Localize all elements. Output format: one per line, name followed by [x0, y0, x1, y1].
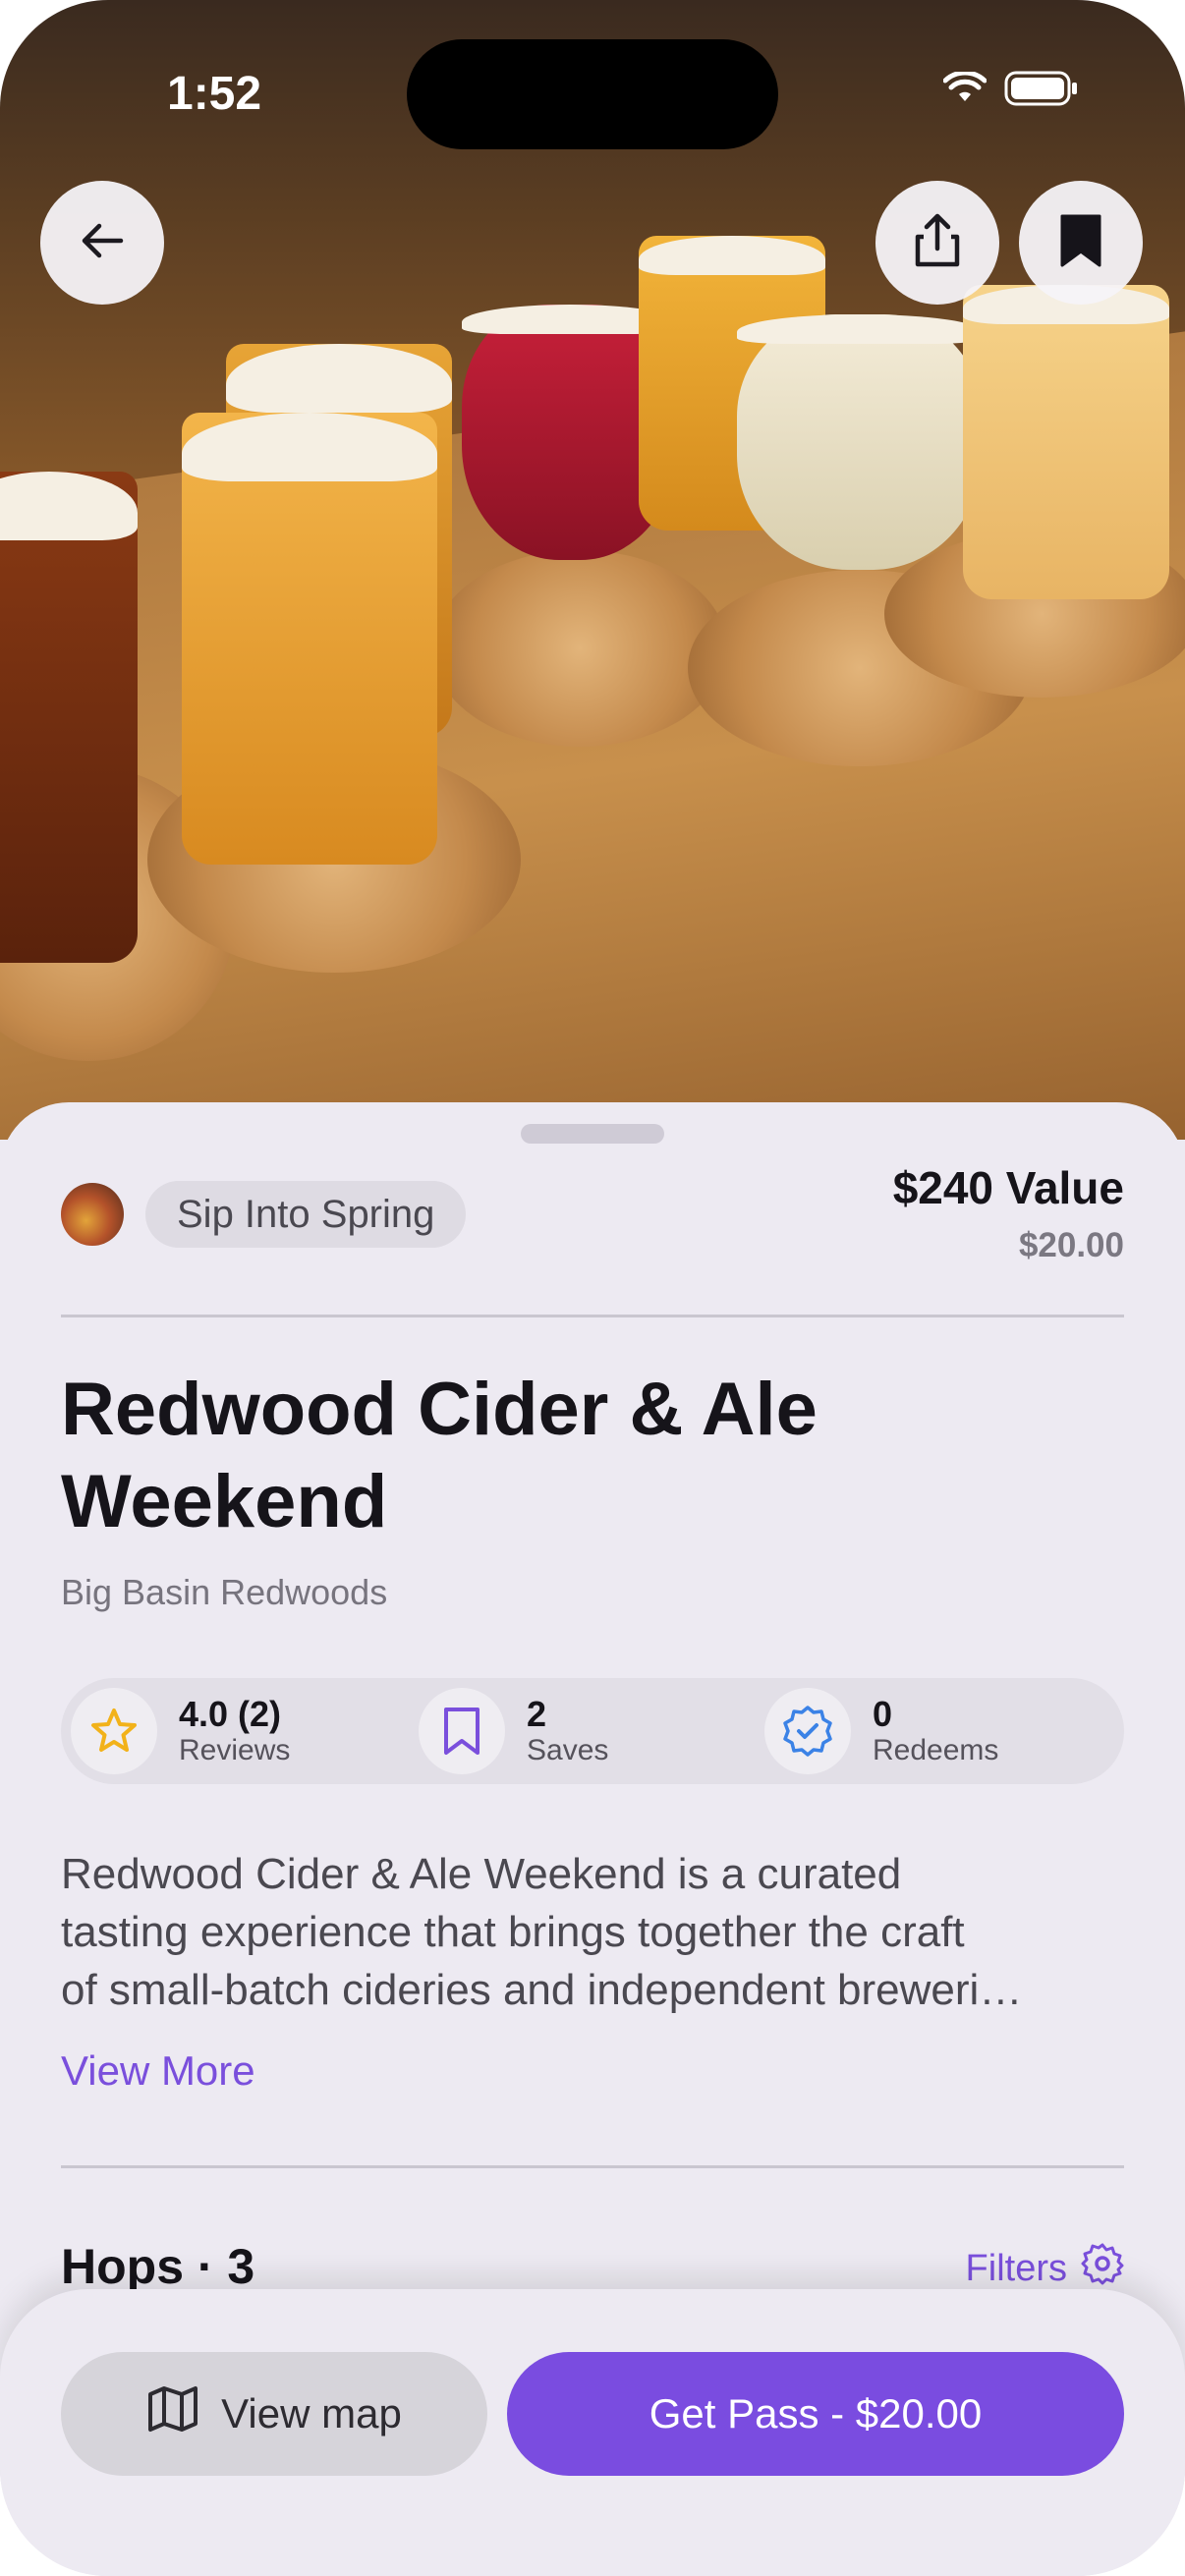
hops-heading: Hops · 3: [61, 2239, 255, 2294]
stat-saves[interactable]: 2 Saves: [419, 1688, 608, 1774]
description-line: tasting experience that brings together …: [61, 1908, 965, 1956]
view-more-link[interactable]: View More: [61, 2047, 255, 2095]
redeems-value: 0: [873, 1694, 893, 1734]
view-map-button[interactable]: View map: [61, 2352, 487, 2476]
wifi-icon: [942, 70, 988, 110]
share-button[interactable]: [875, 181, 999, 305]
bookmark-outline-icon: [419, 1688, 505, 1774]
stat-redeems[interactable]: 0 Redeems: [764, 1688, 998, 1774]
map-icon: [146, 2384, 199, 2443]
get-pass-button[interactable]: Get Pass - $20.00: [507, 2352, 1124, 2476]
sheet-handle[interactable]: [521, 1124, 664, 1144]
deal-location: Big Basin Redwoods: [61, 1572, 388, 1612]
dynamic-island: [407, 39, 778, 149]
bookmark-button[interactable]: [1019, 181, 1143, 305]
arrow-left-icon: [76, 214, 129, 272]
back-button[interactable]: [40, 181, 164, 305]
phone-screen: 1:52 Sip Into Spring $240 Value $20.00 R…: [0, 0, 1185, 2576]
reviews-label: Reviews: [179, 1734, 291, 1766]
price-label: $20.00: [1018, 1226, 1124, 1264]
filters-label: Filters: [965, 2247, 1067, 2289]
collection-avatar: [61, 1183, 124, 1246]
description-line: Redwood Cider & Ale Weekend is a curated: [61, 1850, 902, 1898]
view-map-label: View map: [221, 2390, 402, 2436]
hero-image: [0, 0, 1185, 1140]
redeems-label: Redeems: [873, 1734, 999, 1766]
status-time: 1:52: [167, 68, 262, 120]
collection-tag[interactable]: Sip Into Spring: [145, 1181, 467, 1248]
star-icon: [71, 1688, 157, 1774]
divider: [61, 1315, 1124, 1317]
battery-icon: [1004, 71, 1079, 111]
status-icons: [942, 70, 1079, 111]
saves-value: 2: [527, 1694, 547, 1734]
description-line: of small-batch cideries and independent …: [61, 1966, 1023, 2014]
reviews-value: 4.0 (2): [179, 1694, 282, 1734]
value-label: $240 Value: [892, 1162, 1124, 1213]
saves-label: Saves: [527, 1734, 609, 1766]
bookmark-filled-icon: [1058, 212, 1103, 274]
divider: [61, 2165, 1124, 2168]
deal-title: Redwood Cider & Ale Weekend: [61, 1368, 818, 1543]
stat-reviews[interactable]: 4.0 (2) Reviews: [71, 1688, 290, 1774]
share-icon: [910, 211, 965, 275]
stats-bar: 4.0 (2) Reviews 2 Saves 0 Redeems: [61, 1678, 1124, 1784]
gear-icon: [1081, 2242, 1124, 2295]
filters-button[interactable]: Filters: [966, 2242, 1124, 2295]
deal-description: Redwood Cider & Ale Weekend is a curated…: [61, 1845, 1124, 2019]
verified-badge-icon: [764, 1688, 851, 1774]
